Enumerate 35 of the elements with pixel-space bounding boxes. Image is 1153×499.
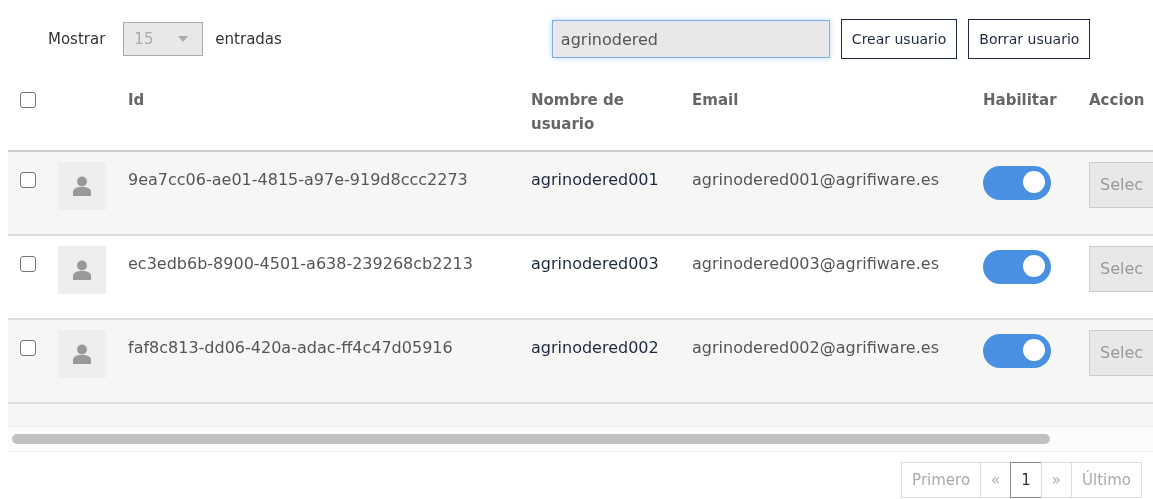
select-all-checkbox[interactable] [20,92,36,108]
delete-user-button[interactable]: Borrar usuario [968,19,1091,59]
column-header: Email [692,90,740,111]
horizontal-scrollbar[interactable] [8,426,1153,452]
email-cell-text: agrinodered002@agrifiware.es [692,337,940,359]
column-header: Nombre de usuario [531,90,625,135]
action-select[interactable]: Selec [1089,162,1153,208]
enable-toggle[interactable] [983,250,1051,284]
username-cell-text: agrinodered002 [531,337,660,359]
caret-icon [178,36,189,42]
show-label: Mostrar [48,30,106,48]
avatar-icon [58,246,106,294]
column-header: Accion [1089,90,1146,111]
action-select[interactable]: Selec [1089,330,1153,376]
create-user-button[interactable]: Crear usuario [840,19,958,59]
id-cell-text: faf8c813-dd06-420a-adac-ff4c47d05916 [128,337,454,359]
avatar-icon [58,330,106,378]
username-cell-text: agrinodered003 [531,253,660,275]
column-header: Habilitar [983,90,1058,111]
email-cell-text: agrinodered003@agrifiware.es [692,253,940,275]
id-cell-text: ec3edb6b-8900-4501-a638-239268cb2213 [128,253,474,275]
entries-label: entradas [215,30,282,48]
search-field[interactable]: agrinodered [551,20,830,58]
avatar-icon [58,162,106,210]
email-cell-text: agrinodered001@agrifiware.es [692,169,940,191]
action-select[interactable]: Selec [1089,246,1153,292]
id-cell-text: 9ea7cc06-ae01-4815-a97e-919d8ccc2273 [128,169,469,191]
row-checkbox[interactable] [20,340,36,356]
row-checkbox[interactable] [20,256,36,272]
enable-toggle[interactable] [983,166,1051,200]
pagination-button[interactable]: 1 [1010,462,1042,498]
username-cell-text: agrinodered001 [531,169,660,191]
row-checkbox[interactable] [20,172,36,188]
column-header: Id [128,90,146,111]
enable-toggle[interactable] [983,334,1051,368]
